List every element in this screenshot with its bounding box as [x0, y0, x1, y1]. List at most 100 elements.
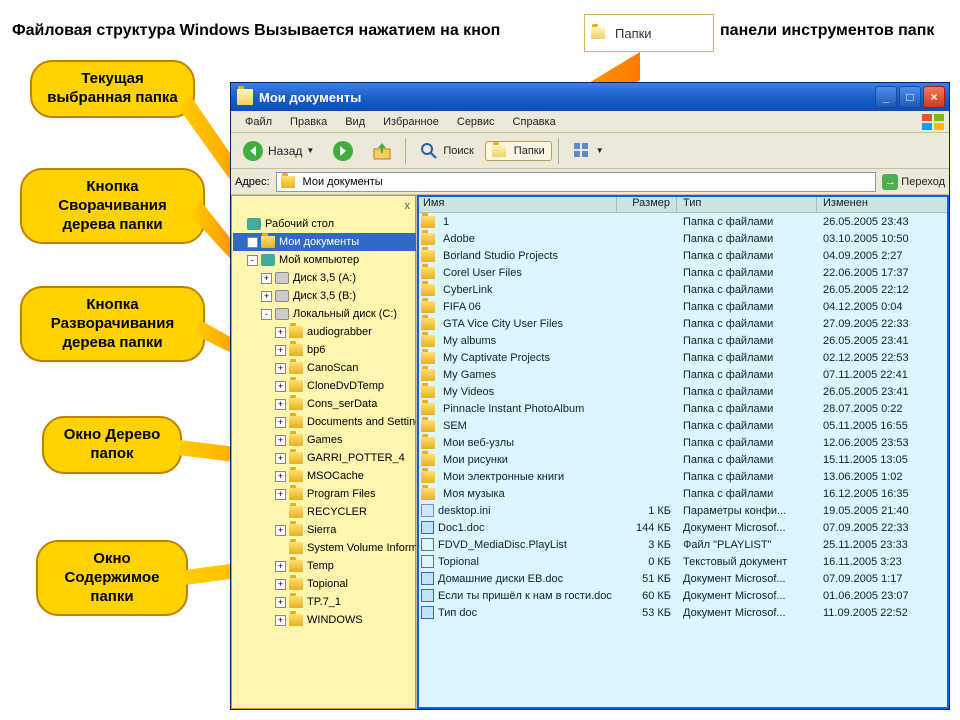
- expand-icon[interactable]: +: [275, 597, 286, 608]
- file-row[interactable]: Doc1.doc144 КБДокумент Microsof...07.09.…: [417, 519, 949, 536]
- tree-item[interactable]: Рабочий стол: [233, 215, 416, 233]
- expand-icon[interactable]: +: [275, 345, 286, 356]
- menu-favorites[interactable]: Избранное: [375, 114, 447, 130]
- tree-item[interactable]: +TP.7_1: [233, 593, 416, 611]
- file-name: Мои веб-узлы: [443, 437, 514, 449]
- tree-item[interactable]: +Topional: [233, 575, 416, 593]
- file-row[interactable]: SEMПапка с файлами05.11.2005 16:55: [417, 417, 949, 434]
- tree-item[interactable]: +CloneDvDTemp: [233, 377, 416, 395]
- back-button[interactable]: Назад ▼: [235, 136, 321, 166]
- column-headers[interactable]: Имя Размер Тип Изменен: [417, 195, 949, 213]
- expand-icon[interactable]: +: [275, 363, 286, 374]
- views-button[interactable]: ▼: [565, 137, 611, 165]
- expand-icon[interactable]: +: [275, 381, 286, 392]
- folders-button[interactable]: Папки: [485, 141, 552, 161]
- file-row[interactable]: Мои рисункиПапка с файлами15.11.2005 13:…: [417, 451, 949, 468]
- expand-icon[interactable]: +: [275, 525, 286, 536]
- expand-icon[interactable]: +: [275, 327, 286, 338]
- address-input[interactable]: Мои документы: [276, 172, 877, 192]
- expand-icon[interactable]: +: [275, 615, 286, 626]
- back-icon: [242, 140, 264, 162]
- col-name[interactable]: Имя: [417, 195, 617, 212]
- file-row[interactable]: My VideosПапка с файлами26.05.2005 23:41: [417, 383, 949, 400]
- tree-item[interactable]: +Диск 3,5 (B:): [233, 287, 416, 305]
- tree-item[interactable]: -Мой компьютер: [233, 251, 416, 269]
- collapse-icon[interactable]: -: [261, 309, 272, 320]
- tree-item[interactable]: +GARRI_POTTER_4: [233, 449, 416, 467]
- tree-item[interactable]: +Диск 3,5 (A:): [233, 269, 416, 287]
- file-row[interactable]: My Captivate ProjectsПапка с файлами02.1…: [417, 349, 949, 366]
- close-button[interactable]: ×: [923, 86, 945, 108]
- expand-icon[interactable]: +: [275, 453, 286, 464]
- file-row[interactable]: AdobeПапка с файлами03.10.2005 10:50: [417, 230, 949, 247]
- expand-icon[interactable]: +: [261, 291, 272, 302]
- file-row[interactable]: Тип doc53 КБДокумент Microsof...11.09.20…: [417, 604, 949, 621]
- menu-view[interactable]: Вид: [337, 114, 373, 130]
- tree-close-button[interactable]: x: [233, 197, 416, 215]
- tree-item[interactable]: +MSOCache: [233, 467, 416, 485]
- folder-tree-pane[interactable]: x Рабочий стол+Мои документы-Мой компьют…: [231, 195, 417, 709]
- expand-icon[interactable]: +: [275, 471, 286, 482]
- titlebar[interactable]: Мои документы _ □ ×: [231, 83, 949, 111]
- tree-item[interactable]: +CanoScan: [233, 359, 416, 377]
- col-size[interactable]: Размер: [617, 195, 677, 212]
- col-type[interactable]: Тип: [677, 195, 817, 212]
- tree-item[interactable]: +audiograbber: [233, 323, 416, 341]
- tree-item[interactable]: System Volume Information: [233, 539, 416, 557]
- menu-file[interactable]: Файл: [237, 114, 280, 130]
- search-button[interactable]: Поиск: [412, 137, 480, 165]
- expand-icon[interactable]: +: [275, 435, 286, 446]
- tree-item[interactable]: +Games: [233, 431, 416, 449]
- file-row[interactable]: Pinnacle Instant PhotoAlbumПапка с файла…: [417, 400, 949, 417]
- file-row[interactable]: GTA Vice City User FilesПапка с файлами2…: [417, 315, 949, 332]
- file-row[interactable]: Borland Studio ProjectsПапка с файлами04…: [417, 247, 949, 264]
- tree-item[interactable]: +Cons_serData: [233, 395, 416, 413]
- col-modified[interactable]: Изменен: [817, 195, 949, 212]
- collapse-icon[interactable]: -: [247, 255, 258, 266]
- tree-item[interactable]: -Локальный диск (C:): [233, 305, 416, 323]
- tree-item[interactable]: RECYCLER: [233, 503, 416, 521]
- tree-item[interactable]: +Temp: [233, 557, 416, 575]
- file-row[interactable]: CyberLinkПапка с файлами26.05.2005 22:12: [417, 281, 949, 298]
- file-row[interactable]: FIFA 06Папка с файлами04.12.2005 0:04: [417, 298, 949, 315]
- file-list-pane[interactable]: Имя Размер Тип Изменен 1Папка с файлами2…: [417, 195, 949, 709]
- go-button[interactable]: → Переход: [882, 174, 945, 190]
- file-row[interactable]: My albumsПапка с файлами26.05.2005 23:41: [417, 332, 949, 349]
- expand-icon[interactable]: +: [275, 561, 286, 572]
- folder-icon: [281, 176, 295, 188]
- forward-button[interactable]: [325, 136, 361, 166]
- file-row[interactable]: Моя музыкаПапка с файлами16.12.2005 16:3…: [417, 485, 949, 502]
- tree-item[interactable]: +bp6: [233, 341, 416, 359]
- expand-icon[interactable]: +: [275, 489, 286, 500]
- expand-icon[interactable]: +: [275, 417, 286, 428]
- file-row[interactable]: Если ты пришёл к нам в гости.doc60 КБДок…: [417, 587, 949, 604]
- file-row[interactable]: My GamesПапка с файлами07.11.2005 22:41: [417, 366, 949, 383]
- tree-item[interactable]: +WINDOWS: [233, 611, 416, 629]
- menu-tools[interactable]: Сервис: [449, 114, 503, 130]
- file-row[interactable]: 1Папка с файлами26.05.2005 23:43: [417, 213, 949, 230]
- expand-icon[interactable]: +: [275, 579, 286, 590]
- file-row[interactable]: FDVD_MediaDisc.PlayList3 КБФайл "PLAYLIS…: [417, 536, 949, 553]
- expand-icon[interactable]: +: [275, 399, 286, 410]
- file-row[interactable]: Домашние диски EB.doc51 КБДокумент Micro…: [417, 570, 949, 587]
- minimize-button[interactable]: _: [875, 86, 897, 108]
- menu-edit[interactable]: Правка: [282, 114, 335, 130]
- file-row[interactable]: Мои электронные книгиПапка с файлами13.0…: [417, 468, 949, 485]
- file-row[interactable]: Мои веб-узлыПапка с файлами12.06.2005 23…: [417, 434, 949, 451]
- up-button[interactable]: [365, 137, 399, 165]
- tree-item[interactable]: +Program Files: [233, 485, 416, 503]
- file-row[interactable]: Corel User FilesПапка с файлами22.06.200…: [417, 264, 949, 281]
- expand-icon[interactable]: +: [261, 273, 272, 284]
- menu-help[interactable]: Справка: [505, 114, 564, 130]
- tree-item[interactable]: +Documents and Settings: [233, 413, 416, 431]
- file-row[interactable]: Topional0 КБТекстовый документ16.11.2005…: [417, 553, 949, 570]
- maximize-button[interactable]: □: [899, 86, 921, 108]
- file-row[interactable]: desktop.ini1 КБПараметры конфи...19.05.2…: [417, 502, 949, 519]
- tree-item[interactable]: +Мои документы: [233, 233, 416, 251]
- slide-title-left: Файловая структура Windows Вызывается на…: [12, 22, 500, 40]
- file-modified: 26.05.2005 23:43: [817, 216, 949, 228]
- file-modified: 01.06.2005 23:07: [817, 590, 949, 602]
- expand-icon[interactable]: +: [247, 237, 258, 248]
- tree-item[interactable]: +Sierra: [233, 521, 416, 539]
- file-name: GTA Vice City User Files: [443, 318, 563, 330]
